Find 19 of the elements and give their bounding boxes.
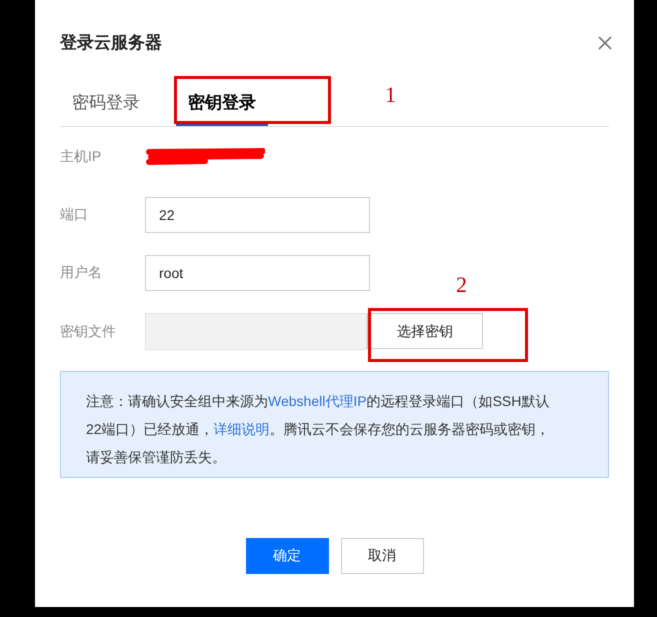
annotation-number: 1 bbox=[385, 81, 396, 109]
confirm-button[interactable]: 确定 bbox=[246, 538, 328, 574]
dialog-title: 登录云服务器 bbox=[60, 32, 162, 54]
link[interactable]: 详细说明 bbox=[214, 420, 270, 436]
file-field[interactable] bbox=[145, 312, 367, 350]
annotation-number: 2 bbox=[456, 271, 467, 299]
input-field[interactable]: root bbox=[145, 254, 370, 290]
close-icon[interactable] bbox=[598, 36, 612, 50]
input-field[interactable]: 22 bbox=[145, 196, 370, 232]
field-label: 用户名 bbox=[60, 263, 103, 282]
field-label: 主机IP bbox=[60, 147, 102, 166]
choose-key-button[interactable]: 选择密钥 bbox=[367, 313, 483, 349]
tab[interactable]: 密钥登录 bbox=[176, 82, 268, 126]
field-label: 端口 bbox=[60, 205, 89, 224]
link[interactable]: Webshell代理IP bbox=[268, 392, 367, 408]
field-label: 密钥文件 bbox=[60, 322, 117, 340]
tab[interactable]: 密码登录 bbox=[60, 82, 152, 126]
cancel-button[interactable]: 取消 bbox=[340, 538, 424, 574]
notice-text: 注意：请确认安全组中来源为Webshell代理IP的远程登录端口（如SSH默认22端口）已经放通，详细说明。腾讯云不会保存您的云服务器密码或密钥，请妥善保管谨防丢失。 bbox=[86, 392, 551, 466]
